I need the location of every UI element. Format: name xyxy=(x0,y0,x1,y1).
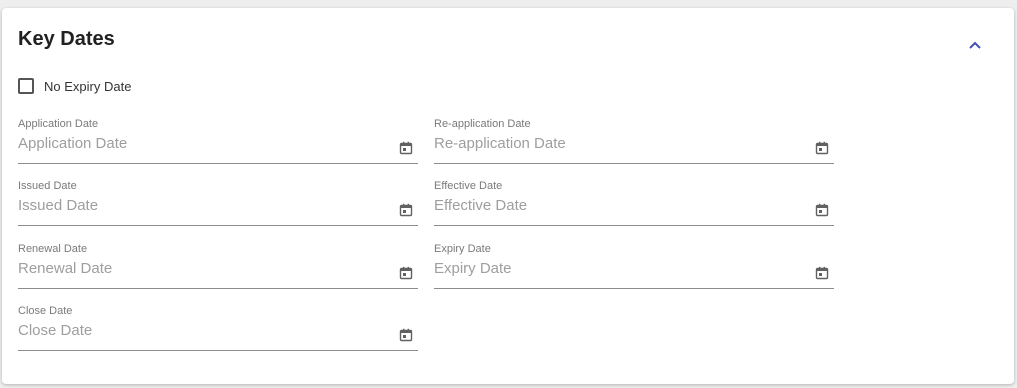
calendar-icon[interactable] xyxy=(399,266,413,280)
key-dates-card: Key Dates No Expiry Date Application Dat… xyxy=(2,8,1014,384)
chevron-up-icon xyxy=(969,41,981,49)
calendar-icon[interactable] xyxy=(815,266,829,280)
application-date-field: Application Date xyxy=(18,118,418,166)
issued-date-label: Issued Date xyxy=(18,180,77,192)
reapplication-date-field: Re-application Date xyxy=(434,118,834,166)
renewal-date-input[interactable] xyxy=(18,257,388,279)
checkbox-square[interactable] xyxy=(18,78,34,94)
reapplication-date-input[interactable] xyxy=(434,132,804,154)
issued-date-field: Issued Date xyxy=(18,180,418,228)
calendar-icon[interactable] xyxy=(815,141,829,155)
expiry-date-underline xyxy=(434,288,834,289)
renewal-date-field: Renewal Date xyxy=(18,243,418,291)
calendar-icon[interactable] xyxy=(399,328,413,342)
calendar-icon[interactable] xyxy=(399,141,413,155)
effective-date-label: Effective Date xyxy=(434,180,503,192)
no-expiry-date-label: No Expiry Date xyxy=(44,78,132,94)
application-date-underline xyxy=(18,163,418,164)
reapplication-date-underline xyxy=(434,163,834,164)
calendar-icon[interactable] xyxy=(815,203,829,217)
expiry-date-input[interactable] xyxy=(434,257,804,279)
effective-date-field: Effective Date xyxy=(434,180,834,228)
close-date-label: Close Date xyxy=(18,305,73,317)
close-date-field: Close Date xyxy=(18,305,418,353)
issued-date-input[interactable] xyxy=(18,194,388,216)
collapse-button[interactable] xyxy=(966,36,984,54)
expiry-date-field: Expiry Date xyxy=(434,243,834,291)
issued-date-underline xyxy=(18,225,418,226)
section-title: Key Dates xyxy=(18,28,115,50)
effective-date-input[interactable] xyxy=(434,194,804,216)
renewal-date-label: Renewal Date xyxy=(18,243,88,255)
reapplication-date-label: Re-application Date xyxy=(434,118,531,130)
close-date-underline xyxy=(18,350,418,351)
close-date-input[interactable] xyxy=(18,319,388,341)
application-date-input[interactable] xyxy=(18,132,388,154)
no-expiry-date-checkbox[interactable]: No Expiry Date xyxy=(18,78,131,94)
effective-date-underline xyxy=(434,225,834,226)
renewal-date-underline xyxy=(18,288,418,289)
application-date-label: Application Date xyxy=(18,118,99,130)
expiry-date-label: Expiry Date xyxy=(434,243,491,255)
calendar-icon[interactable] xyxy=(399,203,413,217)
